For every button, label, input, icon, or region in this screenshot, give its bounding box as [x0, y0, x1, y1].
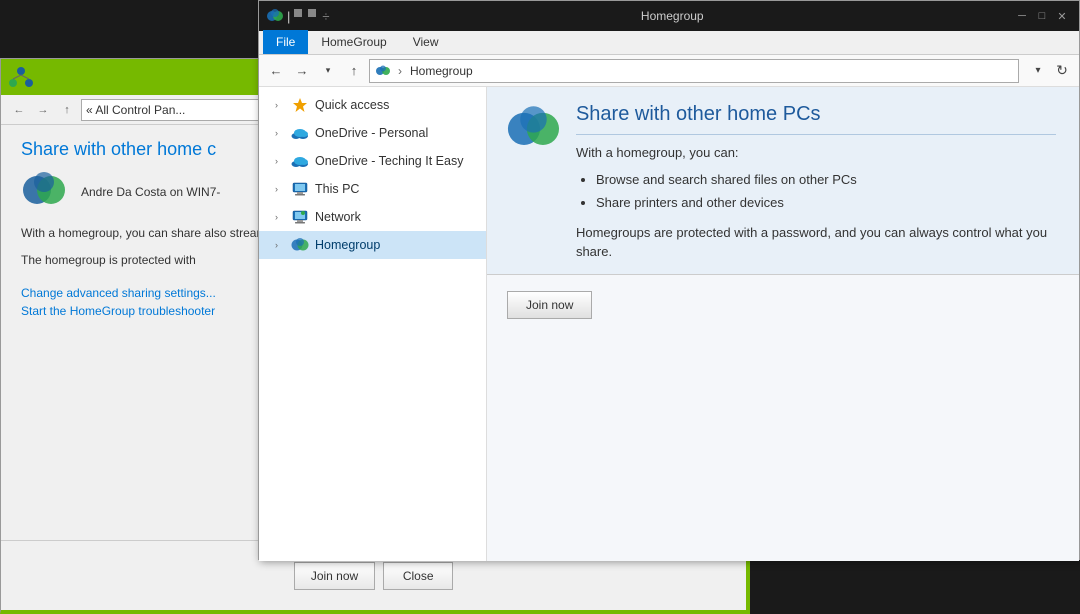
panel-feature-2: Share printers and other devices [596, 191, 1059, 214]
nav-bar: ← → ▾ ↑ › Homegroup ▾ ↻ [259, 55, 1079, 87]
tab-view[interactable]: View [400, 30, 452, 54]
this-pc-icon [291, 180, 309, 198]
panel-header: Share with other home PCs With a homegro… [487, 87, 1079, 275]
tab-homegroup[interactable]: HomeGroup [308, 30, 399, 54]
quick-access-chevron: › [275, 100, 285, 110]
up-button[interactable]: ↑ [343, 60, 365, 82]
sidebar-item-onedrive-teching[interactable]: › OneDrive - Teching It Easy [259, 147, 486, 175]
sidebar-item-this-pc[interactable]: › This PC [259, 175, 486, 203]
address-bar[interactable]: › Homegroup [369, 59, 1019, 83]
onedrive-teching-chevron: › [275, 156, 285, 166]
this-pc-label: This PC [315, 182, 359, 196]
panel-homegroup-icon [507, 103, 560, 151]
homegroup-icon [291, 236, 309, 254]
quick-access-label: Quick access [315, 98, 389, 112]
panel-body: Join now [487, 275, 1079, 335]
maximize-button[interactable]: □ [1033, 7, 1051, 25]
bg-computer-label: Andre Da Costa on WIN7- [81, 185, 220, 199]
bg-address-text: « All Control Pan... [86, 103, 185, 117]
forward-button[interactable]: → [291, 60, 313, 82]
network-icon [291, 208, 309, 226]
sidebar-item-homegroup[interactable]: › Homegroup [259, 231, 486, 259]
right-panel: Share with other home PCs With a homegro… [487, 87, 1079, 561]
network-icon-bg [9, 65, 33, 89]
content-area: › Quick access › [259, 87, 1079, 561]
join-now-button[interactable]: Join now [507, 291, 592, 319]
recent-button[interactable]: ▾ [317, 60, 339, 82]
panel-features-list: Browse and search shared files on other … [576, 168, 1059, 215]
titlebar-controls: ─ □ ✕ [1013, 7, 1071, 25]
panel-text-content: Share with other home PCs With a homegro… [576, 103, 1059, 262]
panel-subtitle: With a homegroup, you can: [576, 145, 1059, 160]
onedrive-personal-icon [291, 124, 309, 142]
bg-back-button[interactable]: ← [9, 100, 29, 120]
network-label: Network [315, 210, 361, 224]
homegroup-chevron: › [275, 240, 285, 250]
panel-feature-1: Browse and search shared files on other … [596, 168, 1059, 191]
ribbon-tabs: File HomeGroup View [259, 31, 1079, 55]
titlebar-homegroup-icon [267, 9, 283, 23]
sidebar: › Quick access › [259, 87, 487, 561]
onedrive-teching-label: OneDrive - Teching It Easy [315, 154, 463, 168]
refresh-button[interactable]: ↻ [1051, 60, 1073, 82]
bg-homegroup-icon [21, 172, 69, 212]
bg-close-button[interactable]: Close [383, 562, 453, 590]
quick-access-icon [291, 96, 309, 114]
titlebar-title: Homegroup [338, 9, 1007, 23]
titlebar: | ÷ Homegroup ─ □ ✕ [259, 1, 1079, 31]
panel-title: Share with other home PCs [576, 103, 1059, 126]
back-button[interactable]: ← [265, 60, 287, 82]
address-text: Homegroup [410, 64, 473, 78]
sidebar-item-onedrive-personal[interactable]: › OneDrive - Personal [259, 119, 486, 147]
bg-forward-button[interactable]: → [33, 100, 53, 120]
minimize-button[interactable]: ─ [1013, 7, 1031, 25]
sidebar-item-network[interactable]: › Network [259, 203, 486, 231]
bg-join-now-button[interactable]: Join now [294, 562, 375, 590]
bg-up-button[interactable]: ↑ [57, 100, 77, 120]
this-pc-chevron: › [275, 184, 285, 194]
sidebar-item-quick-access[interactable]: › Quick access [259, 91, 486, 119]
homegroup-label: Homegroup [315, 238, 380, 252]
address-homegroup-icon [376, 65, 390, 77]
titlebar-icon-group: | ÷ [267, 9, 332, 24]
onedrive-personal-chevron: › [275, 128, 285, 138]
address-dropdown-button[interactable]: ▾ [1027, 60, 1049, 82]
onedrive-teching-icon [291, 152, 309, 170]
panel-note: Homegroups are protected with a password… [576, 223, 1059, 262]
tab-file[interactable]: File [263, 30, 308, 54]
network-chevron: › [275, 212, 285, 222]
close-button[interactable]: ✕ [1053, 7, 1071, 25]
onedrive-personal-label: OneDrive - Personal [315, 126, 428, 140]
main-window: | ÷ Homegroup ─ □ ✕ File HomeGroup View … [258, 0, 1080, 560]
